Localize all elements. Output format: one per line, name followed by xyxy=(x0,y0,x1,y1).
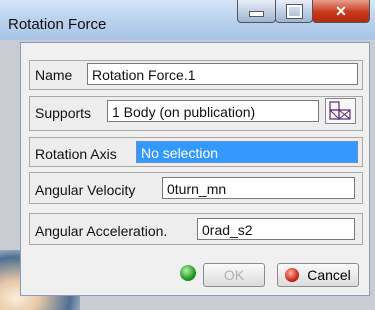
close-icon: ✕ xyxy=(335,2,347,19)
minimize-button[interactable] xyxy=(237,0,276,23)
maximize-icon xyxy=(286,4,302,18)
minimize-icon xyxy=(249,11,264,17)
ok-button[interactable]: OK xyxy=(203,263,265,287)
cancel-button[interactable]: Cancel xyxy=(277,263,359,287)
ok-indicator-icon xyxy=(180,265,196,281)
rotation-axis-label: Rotation Axis xyxy=(35,146,117,162)
rotation-axis-input[interactable]: No selection xyxy=(136,141,358,163)
angular-acceleration-label: Angular Acceleration. xyxy=(35,223,168,239)
cancel-icon xyxy=(285,268,300,282)
ok-label: OK xyxy=(223,267,245,283)
angular-velocity-label: Angular Velocity xyxy=(35,182,136,198)
supports-label: Supports xyxy=(35,105,92,121)
title-bar: Rotation Force ✕ xyxy=(0,0,375,40)
body-selection-icon[interactable] xyxy=(325,98,356,124)
supports-input[interactable]: 1 Body (on publication) xyxy=(107,100,319,122)
angular-velocity-input[interactable]: 0turn_mn xyxy=(162,177,355,199)
maximize-button[interactable] xyxy=(275,0,313,23)
name-label: Name xyxy=(35,67,73,83)
cancel-label: Cancel xyxy=(307,267,351,283)
name-input[interactable]: Rotation Force.1 xyxy=(87,63,358,85)
angular-acceleration-input[interactable]: 0rad_s2 xyxy=(197,218,355,240)
close-button[interactable]: ✕ xyxy=(312,0,370,23)
window-title: Rotation Force xyxy=(8,16,107,33)
